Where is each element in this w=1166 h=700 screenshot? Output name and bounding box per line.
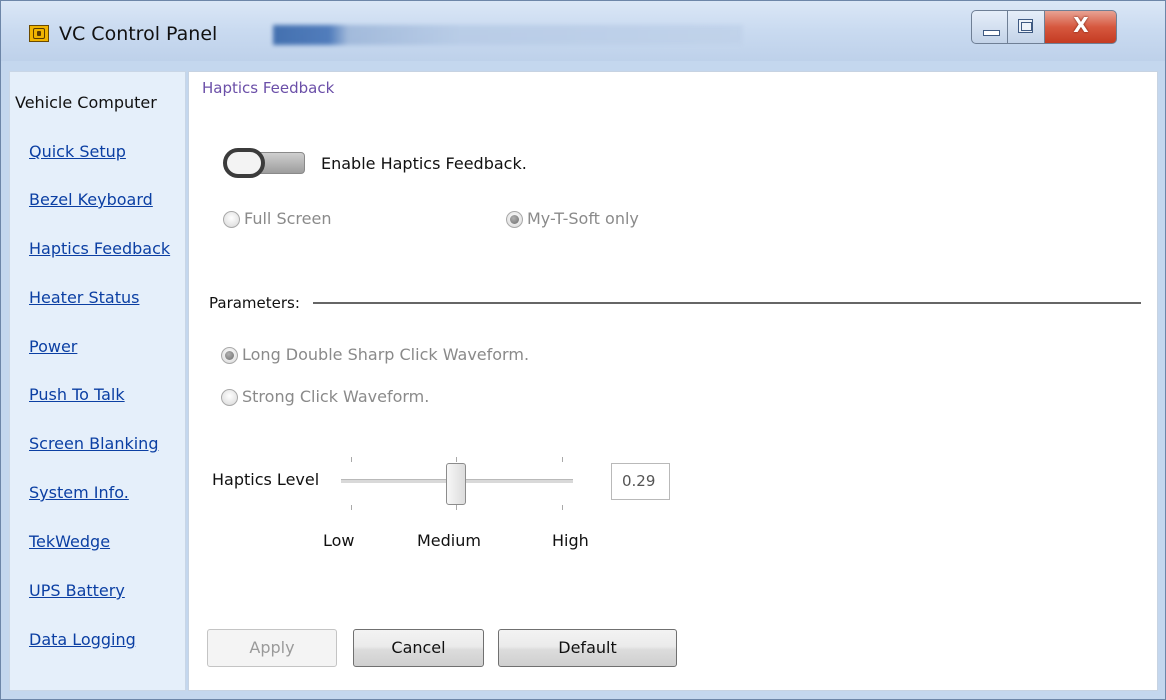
close-button[interactable]: X xyxy=(1045,10,1117,44)
radio-full-screen[interactable] xyxy=(223,211,240,228)
tick-label-low: Low xyxy=(323,531,355,550)
slider-tick-bottom-high xyxy=(562,505,563,510)
minimize-button[interactable] xyxy=(971,10,1008,44)
blurred-title-region xyxy=(273,25,743,45)
parameters-label: Parameters: xyxy=(209,294,300,312)
slider-tick-top-high xyxy=(562,457,563,462)
window-controls: X xyxy=(971,10,1117,46)
radio-strong-click[interactable] xyxy=(221,389,238,406)
maximize-button[interactable] xyxy=(1008,10,1045,44)
toggle-knob xyxy=(223,148,265,178)
sidebar-item-screen-blanking[interactable]: Screen Blanking xyxy=(29,434,158,453)
radio-my-t-soft-only-label: My-T-Soft only xyxy=(527,209,639,228)
page-title: Haptics Feedback xyxy=(202,79,335,97)
sidebar-item-system-info[interactable]: System Info. xyxy=(29,483,129,502)
title-bar[interactable]: VC Control Panel X xyxy=(1,1,1165,61)
sidebar-header: Vehicle Computer xyxy=(15,93,157,112)
sidebar-item-heater-status[interactable]: Heater Status xyxy=(29,288,139,307)
haptics-level-label: Haptics Level xyxy=(212,470,320,489)
sidebar-item-power[interactable]: Power xyxy=(29,337,77,356)
cancel-button[interactable]: Cancel xyxy=(353,629,484,667)
minimize-icon xyxy=(983,30,1000,36)
sidebar-item-data-logging[interactable]: Data Logging xyxy=(29,630,136,649)
slider-tick-bottom-low xyxy=(351,505,352,510)
maximize-icon xyxy=(1018,19,1033,33)
haptics-level-slider-thumb[interactable] xyxy=(446,463,466,505)
slider-tick-top-medium xyxy=(456,457,457,462)
apply-button[interactable]: Apply xyxy=(207,629,337,667)
default-button[interactable]: Default xyxy=(498,629,677,667)
sidebar-item-tekwedge[interactable]: TekWedge xyxy=(29,532,110,551)
sidebar-item-push-to-talk[interactable]: Push To Talk xyxy=(29,385,125,404)
radio-strong-click-label: Strong Click Waveform. xyxy=(242,387,430,406)
tick-label-high: High xyxy=(552,531,589,550)
tick-label-medium: Medium xyxy=(417,531,481,550)
app-icon xyxy=(29,25,49,42)
app-window: VC Control Panel X Vehicle Computer Quic… xyxy=(0,0,1166,700)
radio-long-double-sharp-click-label: Long Double Sharp Click Waveform. xyxy=(242,345,530,364)
radio-long-double-sharp-click[interactable] xyxy=(221,347,238,364)
radio-my-t-soft-only[interactable] xyxy=(506,211,523,228)
sidebar-item-quick-setup[interactable]: Quick Setup xyxy=(29,142,126,161)
sidebar-item-ups-battery[interactable]: UPS Battery xyxy=(29,581,125,600)
window-title: VC Control Panel xyxy=(59,23,218,45)
close-icon: X xyxy=(1073,13,1089,37)
slider-tick-bottom-medium xyxy=(456,505,457,510)
sidebar-item-haptics-feedback[interactable]: Haptics Feedback xyxy=(29,239,170,258)
sidebar-item-bezel-keyboard[interactable]: Bezel Keyboard xyxy=(29,190,153,209)
radio-full-screen-label: Full Screen xyxy=(244,209,332,228)
slider-tick-top-low xyxy=(351,457,352,462)
parameters-divider xyxy=(313,302,1141,304)
enable-haptics-toggle[interactable] xyxy=(223,148,305,178)
enable-haptics-label: Enable Haptics Feedback. xyxy=(321,154,527,173)
haptics-level-value[interactable]: 0.29 xyxy=(611,463,670,500)
